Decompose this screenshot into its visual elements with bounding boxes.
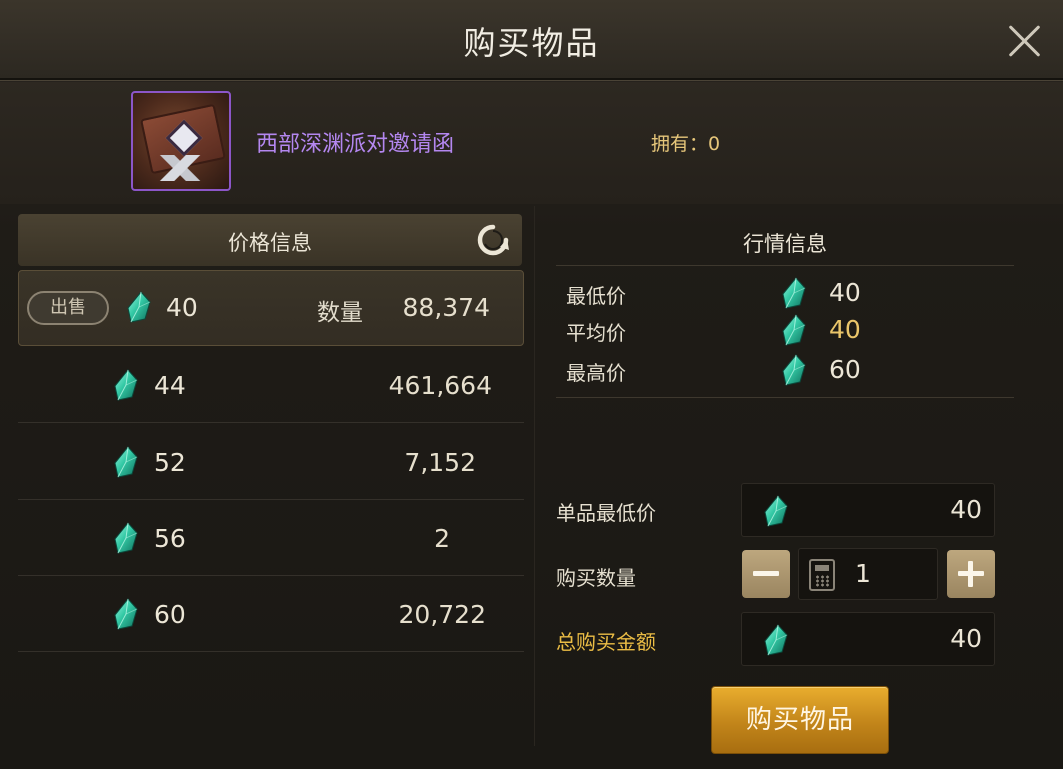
market-min-value: 40 (829, 278, 861, 307)
market-info-title: 行情信息 (743, 232, 827, 256)
item-name: 西部深渊派对邀请函 (256, 132, 455, 157)
total-amount-field: 40 (741, 612, 995, 666)
listing-row[interactable]: 出售 40 数量 88,374 (18, 270, 524, 346)
owned-count: 拥有：0 (651, 133, 721, 155)
gem-icon (782, 277, 806, 309)
listing-price: 60 (154, 600, 186, 629)
divider (556, 397, 1014, 398)
gem-icon (782, 354, 806, 386)
listing-row[interactable]: 44 461,664 (18, 347, 524, 423)
gem-icon (114, 446, 138, 478)
market-avg-value: 40 (829, 315, 861, 344)
price-info-header: 价格信息 (18, 214, 522, 266)
increase-quantity-button[interactable] (947, 550, 995, 598)
gem-icon (764, 495, 788, 527)
listing-quantity: 7,152 (404, 448, 476, 477)
listing-quantity: 461,664 (388, 371, 492, 400)
refresh-icon[interactable] (476, 223, 510, 257)
unit-min-price-value: 40 (950, 495, 982, 524)
gem-icon (127, 291, 151, 323)
calculator-icon[interactable] (809, 559, 835, 591)
price-info-title: 价格信息 (228, 231, 312, 255)
panel-divider (534, 206, 535, 746)
listing-price: 52 (154, 448, 186, 477)
decrease-quantity-button[interactable] (742, 550, 790, 598)
market-max-value: 60 (829, 355, 861, 384)
gem-icon (764, 624, 788, 656)
invitation-item-icon (131, 91, 231, 191)
listing-price: 56 (154, 524, 186, 553)
market-min-label: 最低价 (566, 284, 626, 308)
dialog-title: 购买物品 (463, 24, 600, 62)
minus-icon (753, 571, 779, 576)
listing-quantity: 2 (434, 524, 450, 553)
price-info-panel: 价格信息 出售 40 数量 88,374 44 461,664 52 7,152 (18, 214, 524, 654)
gem-icon (114, 369, 138, 401)
purchase-quantity-label: 购买数量 (556, 566, 636, 590)
unit-min-price-field: 40 (741, 483, 995, 537)
total-amount-label: 总购买金额 (556, 630, 656, 654)
divider (556, 265, 1014, 266)
listing-row[interactable]: 52 7,152 (18, 424, 524, 500)
buy-item-button[interactable]: 购买物品 (711, 686, 889, 754)
listing-price: 44 (154, 371, 186, 400)
gem-icon (114, 598, 138, 630)
total-amount-value: 40 (950, 624, 982, 653)
quantity-input[interactable]: 1 (798, 548, 938, 600)
market-max-label: 最高价 (566, 361, 626, 385)
listing-price: 40 (166, 293, 198, 322)
gem-icon (782, 314, 806, 346)
market-avg-label: 平均价 (566, 321, 626, 345)
unit-min-price-label: 单品最低价 (556, 501, 656, 525)
close-icon[interactable] (1007, 22, 1043, 58)
listing-quantity: 20,722 (398, 600, 486, 629)
gem-icon (114, 522, 138, 554)
listing-row[interactable]: 56 2 (18, 500, 524, 576)
quantity-value: 1 (855, 559, 871, 588)
buy-item-dialog: 购买物品 西部深渊派对邀请函 拥有：0 价格信息 出售 40 数量 88,374 (0, 0, 1063, 769)
listing-row[interactable]: 60 20,722 (18, 576, 524, 652)
sell-badge: 出售 (27, 291, 109, 325)
item-header: 西部深渊派对邀请函 拥有：0 (0, 82, 1063, 204)
title-bar: 购买物品 (0, 0, 1063, 80)
listing-quantity: 88,374 (402, 293, 490, 322)
